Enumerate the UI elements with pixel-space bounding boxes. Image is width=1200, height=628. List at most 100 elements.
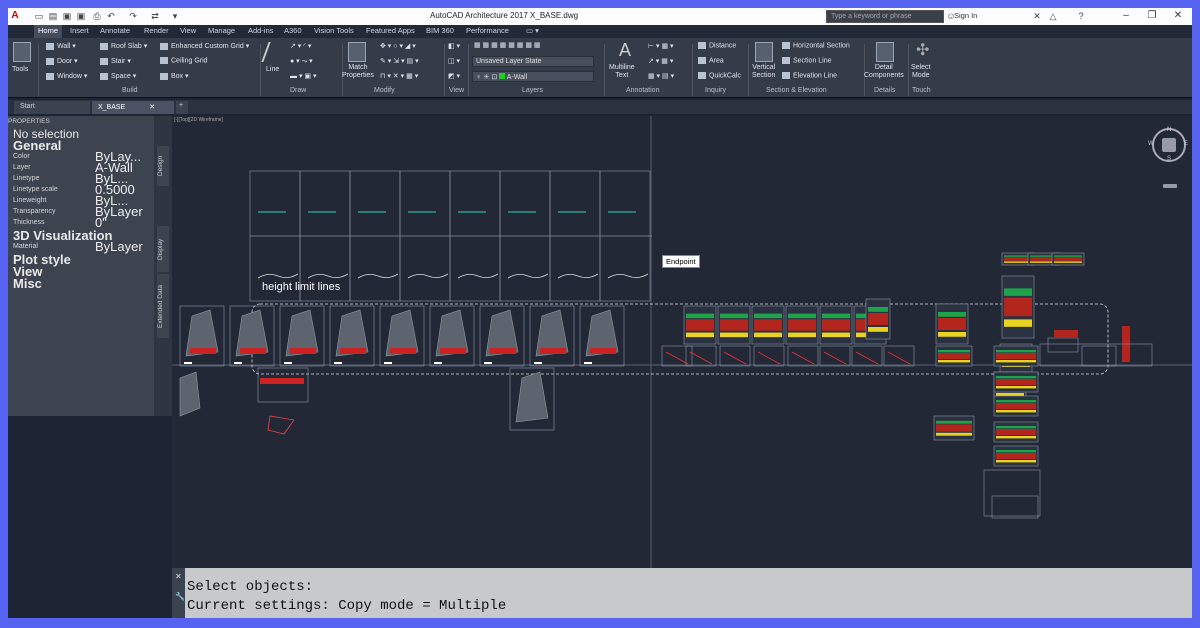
section-line-label: Section Line <box>793 57 832 65</box>
ribbon-minimize-icon[interactable]: ▭ ▾ <box>526 26 539 35</box>
redo-icon[interactable]: ↷ <box>128 11 138 21</box>
view-tools-icon[interactable]: ◧ ▾ <box>448 42 460 50</box>
area-button[interactable]: Area <box>698 57 724 64</box>
wcs-menu-button[interactable] <box>1163 184 1177 188</box>
layer-tools-icons[interactable]: ▦ ▦ ▦ ▦ ▦ ▦ ▦ ▦ <box>474 41 541 49</box>
box-button[interactable]: Box ▾ <box>160 72 189 80</box>
tab-start[interactable]: Start <box>14 101 90 114</box>
vertical-section-button[interactable]: Vertical Section <box>752 64 775 80</box>
select-mode-icon[interactable]: ✣ <box>916 40 929 60</box>
command-line[interactable]: ✕ 🔧 Select objects: Current settings: Co… <box>172 568 1192 618</box>
tab-view[interactable]: View <box>180 26 196 35</box>
tab-extended-data[interactable]: Extended Data <box>157 274 169 338</box>
plot-icon[interactable]: ⎙ <box>92 11 102 21</box>
customize-command-icon[interactable]: 🔧 <box>175 592 185 601</box>
misc-section[interactable]: Misc <box>13 276 42 291</box>
multiline-text-icon[interactable]: A <box>619 40 631 61</box>
tab-performance[interactable]: Performance <box>466 26 509 35</box>
tab-home[interactable]: Home <box>34 25 63 38</box>
tab-annotate[interactable]: Annotate <box>100 26 130 35</box>
new-file-icon[interactable]: ▭ <box>34 11 44 21</box>
tools-button[interactable]: Tools <box>12 66 28 73</box>
maximize-button[interactable]: ❐ <box>1140 9 1164 23</box>
new-tab-button[interactable]: + <box>176 101 188 114</box>
help-icon[interactable]: ? <box>1076 11 1086 21</box>
section-cut <box>868 313 888 325</box>
tab-bim-360[interactable]: BIM 360 <box>426 26 454 35</box>
section-line-button[interactable]: Section Line <box>782 57 832 64</box>
tab-featured-apps[interactable]: Featured Apps <box>366 26 415 35</box>
horizontal-section-label: Horizontal Section <box>793 42 850 50</box>
app-logo-icon[interactable]: A <box>10 11 20 21</box>
tab-x-base[interactable]: X_BASE ✕ <box>92 101 174 114</box>
space-button[interactable]: Space ▾ <box>100 72 136 80</box>
viewcube-compass[interactable]: N S E W <box>1148 127 1188 162</box>
exchange-icon[interactable]: ✕ <box>1032 11 1042 21</box>
prop-transparency-row[interactable]: Transparency ByLayer <box>13 204 153 219</box>
dimension-icon[interactable]: ⊢ ▾ ▦ ▾ <box>648 42 674 50</box>
save-as-icon[interactable]: ▣ <box>76 11 86 21</box>
drawing-geometry[interactable] <box>172 116 1192 568</box>
tab-display[interactable]: Display <box>157 226 169 272</box>
horizontal-section-button[interactable]: Horizontal Section <box>782 42 850 49</box>
multiline-text-button[interactable]: Multiline Text <box>609 64 635 80</box>
rectangle-icon[interactable]: ▬ ▾ ▣ ▾ <box>290 72 316 80</box>
line-icon[interactable] <box>261 42 283 62</box>
table-icon[interactable]: ▦ ▾ ▤ ▾ <box>648 72 674 80</box>
prop-linetype-scale-row[interactable]: Linetype scale 0.5000 <box>13 182 153 197</box>
open-folder-icon[interactable]: ▤ <box>48 11 58 21</box>
select-mode-button[interactable]: Select Mode <box>911 64 930 80</box>
minimize-button[interactable]: – <box>1114 9 1138 23</box>
stair-button[interactable]: Stair ▾ <box>100 57 131 65</box>
section-frame <box>1081 345 1117 367</box>
leader-icon[interactable]: ↗ ▾ ▦ ▾ <box>648 57 673 65</box>
tab-manage[interactable]: Manage <box>208 26 235 35</box>
general-section[interactable]: General <box>13 138 61 153</box>
view-cube-icon[interactable]: ◫ ▾ <box>448 57 460 65</box>
tab-a360[interactable]: A360 <box>284 26 302 35</box>
detail-components-icon[interactable] <box>876 42 894 62</box>
close-command-icon[interactable]: ✕ <box>175 572 182 581</box>
polyline-icon[interactable]: ↗ ▾ ◜ ▾ <box>290 42 311 50</box>
layer-state-select[interactable]: Unsaved Layer State <box>472 56 594 67</box>
tab-vision-tools[interactable]: Vision Tools <box>314 26 354 35</box>
circle-icon[interactable]: ● ▾ ⤳ ▾ <box>290 57 313 66</box>
ceiling-grid-button[interactable]: Ceiling Grid <box>160 57 208 64</box>
share-icon[interactable]: ⇄ <box>150 11 160 21</box>
quickcalc-button[interactable]: QuickCalc <box>698 72 741 79</box>
wall-button[interactable]: Wall ▾ <box>46 42 76 50</box>
workspace-dropdown-icon[interactable]: ▾ <box>170 11 180 21</box>
move-icon[interactable]: ✥ ▾ ○ ▾ ◢ ▾ <box>380 42 416 50</box>
visual-style-icon[interactable]: ◩ ▾ <box>448 72 460 80</box>
copy-icon[interactable]: ⊓ ▾ ✕ ▾ ▦ ▾ <box>380 72 418 80</box>
detail-components-button[interactable]: Detail Components <box>864 64 904 80</box>
drawing-canvas[interactable]: [-][Top][2D Wireframe] height limit line… <box>172 116 1192 568</box>
undo-icon[interactable]: ↶ <box>106 11 116 21</box>
tab-add-ins[interactable]: Add-ins <box>248 26 273 35</box>
save-icon[interactable]: ▣ <box>62 11 72 21</box>
match-properties-icon[interactable] <box>348 42 366 62</box>
match-properties-button[interactable]: Match Properties <box>342 64 374 80</box>
roof-slab-button[interactable]: Roof Slab ▾ <box>100 42 147 50</box>
vertical-section-icon[interactable] <box>755 42 773 62</box>
enhanced-grid-button[interactable]: Enhanced Custom Grid ▾ <box>160 42 249 50</box>
sign-in-link[interactable]: Sign In <box>954 11 977 20</box>
tools-icon[interactable] <box>13 42 31 62</box>
keyword-search-input[interactable]: Type a keyword or phrase <box>826 10 944 23</box>
tab-render[interactable]: Render <box>144 26 169 35</box>
window-button[interactable]: Window ▾ <box>46 72 87 80</box>
current-layer-select[interactable]: ♀ ☀ ⊡ A-Wall <box>472 71 594 82</box>
line-button[interactable]: Line <box>266 66 279 73</box>
a360-icon[interactable]: △ <box>1048 11 1058 21</box>
viewcube-top-face[interactable] <box>1162 138 1176 152</box>
edit-icon[interactable]: ✎ ▾ ⇲ ▾ ▤ ▾ <box>380 57 419 65</box>
elevation-line-button[interactable]: Elevation Line <box>782 72 837 79</box>
door-button[interactable]: Door ▾ <box>46 57 78 65</box>
close-tab-icon[interactable]: ✕ <box>149 104 155 111</box>
tab-design[interactable]: Design <box>157 146 169 186</box>
build-panel-title: Build <box>122 87 138 94</box>
close-button[interactable]: ✕ <box>1166 9 1190 23</box>
prop-layer-row[interactable]: Layer A-Wall <box>13 160 153 175</box>
tab-insert[interactable]: Insert <box>70 26 89 35</box>
distance-button[interactable]: Distance <box>698 42 736 49</box>
